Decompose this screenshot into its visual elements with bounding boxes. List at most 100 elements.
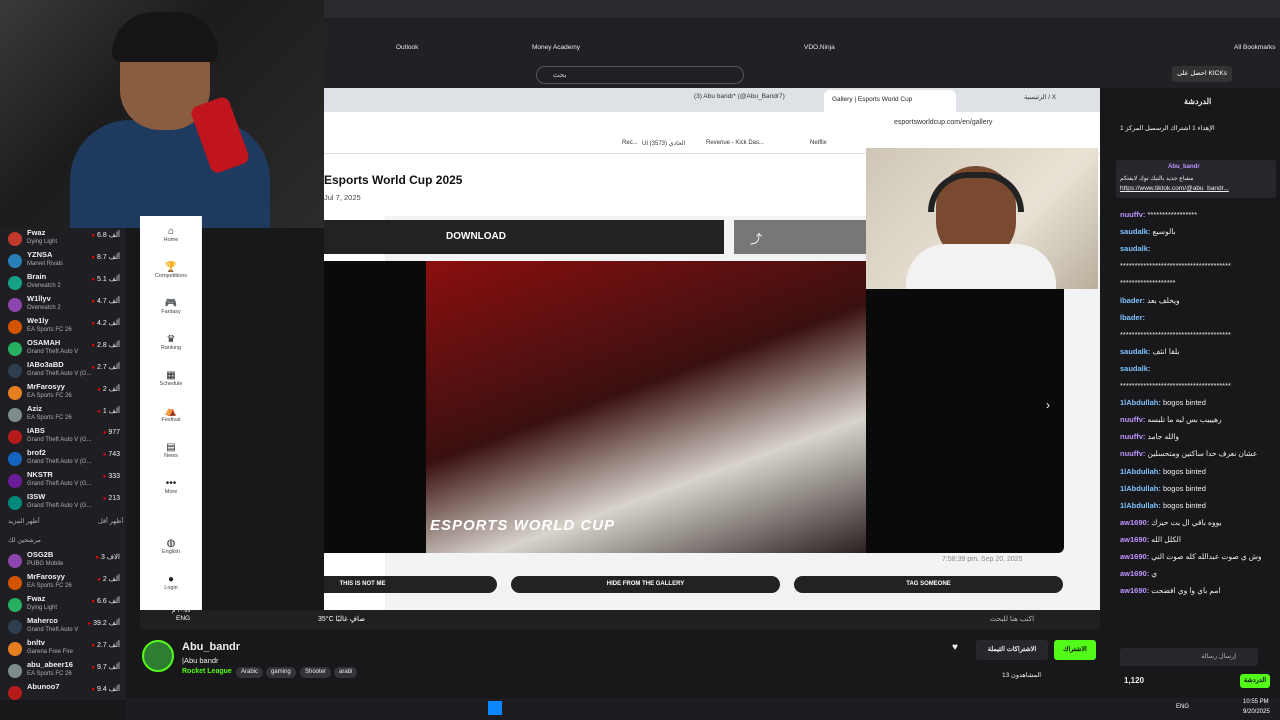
- show-more-link[interactable]: أظهر المزيد: [8, 517, 40, 525]
- chat-message: aw1690: امم باي وا وي افضحت: [1120, 586, 1221, 595]
- chat-button[interactable]: الدردشة: [1240, 674, 1270, 688]
- channel-name: I3SW: [27, 492, 46, 501]
- channel-game: EA Sports FC 26: [27, 415, 72, 421]
- tag-gaming[interactable]: gaming: [266, 667, 296, 678]
- recommended-channel-item[interactable]: Abunoo7 9.4 ألف: [0, 682, 126, 704]
- nav-item-ranking[interactable]: ♛ Ranking: [140, 334, 202, 351]
- bookmark-revenue[interactable]: Revenue - Kick Das...: [706, 140, 764, 146]
- followed-channel-item[interactable]: IABo3aBD Grand Theft Auto V (G...2.7 ألف: [0, 360, 126, 382]
- chat-username[interactable]: nuuffv:: [1120, 432, 1145, 441]
- url-field[interactable]: esportsworldcup.com/en/gallery: [894, 119, 992, 126]
- channel-game: Grand Theft Auto V: [27, 627, 79, 633]
- recommended-channel-item[interactable]: MrFarosyy EA Sports FC 26 2 ألف: [0, 572, 126, 594]
- bookmark-money-academy[interactable]: Money Academy: [532, 44, 580, 51]
- chat-username[interactable]: 1lAbdullah:: [1120, 467, 1161, 476]
- stream-category[interactable]: Rocket League: [182, 668, 232, 675]
- followed-channel-item[interactable]: brof2 Grand Theft Auto V (G... 743: [0, 448, 126, 470]
- chat-username[interactable]: aw1690:: [1120, 518, 1149, 527]
- chat-username[interactable]: saudalk:: [1120, 244, 1150, 253]
- chat-input[interactable]: إرسال رسالة: [1120, 648, 1258, 666]
- nav-item-schedule[interactable]: ▦ Schedule: [140, 370, 202, 387]
- gallery-photo[interactable]: ESPORTS WORLD CUP: [426, 261, 866, 553]
- channel-viewers: 213: [103, 495, 120, 502]
- chat-username[interactable]: aw1690:: [1120, 535, 1149, 544]
- show-less-link[interactable]: أظهر أقل: [98, 517, 123, 525]
- bookmark-vdo-ninja[interactable]: VDO.Ninja: [804, 44, 835, 51]
- nav-item-english[interactable]: ◍ English: [140, 538, 202, 555]
- nav-item-home[interactable]: ⌂ Home: [140, 226, 202, 243]
- tag-arabic[interactable]: Arabic: [236, 667, 264, 678]
- windows-start-icon[interactable]: [488, 701, 502, 715]
- taskbar-lang[interactable]: ENG: [1176, 704, 1189, 710]
- weather-widget[interactable]: 35°C صافٍ غالبًا: [318, 615, 365, 623]
- followed-channel-item[interactable]: Brain Overwatch 2 5.1 ألف: [0, 272, 126, 294]
- tag-shooter[interactable]: Shooter: [300, 667, 332, 678]
- streamer-name[interactable]: Abu_bandr: [182, 641, 240, 653]
- gift-subs-button[interactable]: الاشتراكات الثيملة: [976, 640, 1048, 660]
- nav-item-festival[interactable]: ⛺ Festival: [140, 406, 202, 423]
- followed-channel-item[interactable]: YZNSA Marvel Rivals 8.7 ألف: [0, 250, 126, 272]
- chat-username[interactable]: aw1690:: [1120, 586, 1149, 595]
- chat-username[interactable]: lbader:: [1120, 296, 1145, 305]
- nav-item-more[interactable]: ••• More: [140, 478, 202, 495]
- chat-username[interactable]: saudalk:: [1120, 347, 1150, 356]
- chat-username[interactable]: 1lAbdullah:: [1120, 398, 1161, 407]
- tab-x-home[interactable]: الرئيسية / X: [1024, 93, 1056, 101]
- followed-channel-item[interactable]: I3SW Grand Theft Auto V (G... 213: [0, 492, 126, 514]
- pinned-link[interactable]: https://www.tiktok.com/@abu_bandr...: [1120, 185, 1229, 192]
- chat-username[interactable]: nuuffv:: [1120, 449, 1145, 458]
- top-search-input[interactable]: بحث: [536, 66, 744, 84]
- heart-icon[interactable]: ♥: [952, 642, 958, 653]
- bookmark-netflix[interactable]: Netflix: [810, 140, 827, 146]
- chat-username[interactable]: nuuffv:: [1120, 415, 1145, 424]
- followed-channel-item[interactable]: We1ly EA Sports FC 26 4.2 ألف: [0, 316, 126, 338]
- not-me-button[interactable]: THIS IS NOT ME: [324, 576, 497, 593]
- download-button-label[interactable]: DOWNLOAD: [324, 220, 724, 254]
- chat-username[interactable]: saudalk:: [1120, 364, 1150, 373]
- taskbar-date[interactable]: 9/20/2025: [1243, 709, 1270, 715]
- avatar[interactable]: [142, 640, 174, 672]
- followed-channel-item[interactable]: W1llyv Overwatch 2 4.7 ألف: [0, 294, 126, 316]
- tag-arabi[interactable]: arabi: [334, 667, 358, 678]
- nav-item-fantasy[interactable]: 🎮 Fantasy: [140, 298, 202, 315]
- chat-username[interactable]: saudalk:: [1120, 227, 1150, 236]
- chat-username[interactable]: 1lAbdullah:: [1120, 484, 1161, 493]
- next-photo-button[interactable]: ›: [1046, 398, 1050, 412]
- recommended-channel-item[interactable]: abu_abeer16 EA Sports FC 26 9.7 ألف: [0, 660, 126, 682]
- tag-someone-button[interactable]: TAG SOMEONE: [794, 576, 1063, 593]
- nav-item-competitions[interactable]: 🏆 Competitions: [140, 262, 202, 279]
- recommended-channel-item[interactable]: OSG2B PUBG Mobile 3 الاف: [0, 550, 126, 572]
- followed-channel-item[interactable]: OSAMAH Grand Theft Auto V 2.8 ألف: [0, 338, 126, 360]
- all-bookmarks[interactable]: All Bookmarks: [1234, 44, 1276, 51]
- chat-message: nuuffv: عشان نعرف حدا ساكتين ومتحسلين: [1120, 449, 1257, 458]
- subscribe-button[interactable]: الاشتراك: [1054, 640, 1096, 660]
- nav-item-news[interactable]: ▤ News: [140, 442, 202, 459]
- tab-twitter[interactable]: (3) Abu bandr* (@Abu_Bandr7): [694, 93, 785, 100]
- recommended-channel-item[interactable]: Maherco Grand Theft Auto V 39.2 ألف: [0, 616, 126, 638]
- bookmark-ui[interactable]: UI الحادي (3573): [642, 140, 685, 147]
- followed-channel-item[interactable]: NKSTR Grand Theft Auto V (G... 333: [0, 470, 126, 492]
- get-kicks-button[interactable]: احصل على KICKs: [1172, 66, 1232, 82]
- followed-channel-item[interactable]: Aziz EA Sports FC 26 1 ألف: [0, 404, 126, 426]
- bookmark-rec[interactable]: Rec...: [622, 140, 638, 146]
- chat-username[interactable]: aw1690:: [1120, 552, 1149, 561]
- chat-username[interactable]: aw1690:: [1120, 569, 1149, 578]
- chat-username[interactable]: 1lAbdullah:: [1120, 501, 1161, 510]
- followed-channel-item[interactable]: IABS Grand Theft Auto V (G... 977: [0, 426, 126, 448]
- followed-channel-item[interactable]: Fwaz Dying Light 6.8 ألف: [0, 228, 126, 250]
- bookmark-outlook[interactable]: Outlook: [396, 44, 418, 51]
- taskbar-time[interactable]: 10:55 PM: [1243, 699, 1269, 705]
- hide-from-gallery-button[interactable]: HIDE FROM THE GALLERY: [511, 576, 780, 593]
- inner-windows-taskbar: ENG 35°C صافٍ غالبًا اكتب هنا للبحث ١٠:٥…: [140, 608, 1100, 630]
- chat-username[interactable]: nuuffv:: [1120, 210, 1145, 219]
- recommended-channel-item[interactable]: bnltv Garena Free Fire 2.7 ألف: [0, 638, 126, 660]
- followed-channel-item[interactable]: MrFarosyy EA Sports FC 26 2 ألف: [0, 382, 126, 404]
- channel-points[interactable]: 1,120: [1124, 676, 1144, 685]
- channel-game: Marvel Rivals: [27, 261, 64, 267]
- recommended-channel-item[interactable]: Fwaz Dying Light 6.6 ألف: [0, 594, 126, 616]
- inner-search-input[interactable]: اكتب هنا للبحث: [990, 615, 1034, 623]
- share-button[interactable]: ⤴: [734, 220, 866, 254]
- chat-username[interactable]: lbader:: [1120, 313, 1145, 322]
- tab-gallery[interactable]: Gallery | Esports World Cup: [824, 90, 956, 112]
- nav-item-login[interactable]: ● Login: [140, 574, 202, 591]
